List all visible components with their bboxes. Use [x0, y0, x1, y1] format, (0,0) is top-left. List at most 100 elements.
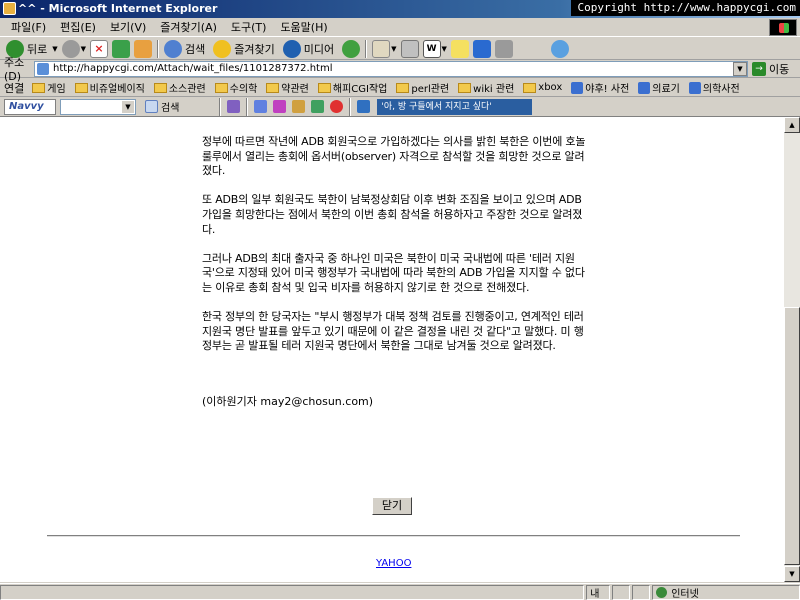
folder-icon [396, 82, 410, 93]
tool-icon[interactable] [227, 100, 241, 113]
star-icon [213, 39, 232, 58]
link-item[interactable]: 해피CGI작업 [317, 80, 387, 95]
search-icon [145, 100, 158, 113]
refresh-button[interactable] [110, 38, 132, 60]
links-bar: 연결 게임 비쥬얼베이직 소스관련 수의학 약관련 해피CGI작업 perl관련… [0, 79, 800, 97]
tool-icon[interactable] [254, 100, 268, 113]
word-icon: W [422, 39, 441, 58]
status-page: 내 [586, 584, 611, 600]
windows-logo-icon [769, 19, 797, 36]
standard-toolbar: 뒤로 ▼ ▼ × 검색 즐겨찾기 미디어 ▼ W ▼ [0, 38, 800, 60]
folder-icon [74, 82, 88, 93]
ie-page-icon [688, 81, 701, 94]
ie-app-icon [3, 2, 16, 15]
article-paragraph: 한국 정부의 한 당국자는 "부시 행정부가 대북 정책 검토를 진행중이고, … [202, 310, 584, 353]
search-button[interactable]: 검색 [162, 38, 211, 60]
menu-file[interactable]: 파일(F) [4, 19, 53, 36]
messenger-button[interactable] [471, 38, 493, 60]
folder-icon [266, 82, 280, 93]
folder-icon [317, 82, 331, 93]
calculator-button[interactable] [493, 38, 515, 60]
scroll-thumb[interactable] [784, 307, 800, 565]
link-item[interactable]: 게임 [32, 80, 66, 95]
yahoo-link[interactable]: YAHOO [376, 558, 411, 569]
link-item[interactable]: 비쥬얼베이직 [74, 80, 145, 95]
mail-icon [372, 39, 391, 58]
page-content: 정부에 따르면 작년에 ADB 회원국으로 가입하겠다는 의사를 밝힌 북한은 … [0, 117, 784, 582]
article-paragraph: 또 ADB의 일부 회원국도 북한이 남북정상회담 이후 변화 조짐을 보이고 … [202, 193, 583, 236]
tool-icon[interactable] [311, 100, 325, 113]
home-icon [134, 39, 153, 58]
link-item[interactable]: 의학사전 [688, 80, 740, 95]
address-dropdown-icon[interactable]: ▼ [733, 61, 747, 76]
copyright-banner: Copyright http://www.happycgi.com [571, 0, 800, 16]
tool-icon[interactable] [330, 100, 344, 113]
go-button[interactable]: → 이동 [752, 61, 789, 77]
address-input[interactable]: http://happycgi.com/Attach/wait_files/11… [34, 60, 748, 77]
ie-page-icon [571, 81, 584, 94]
menu-edit[interactable]: 편집(E) [53, 19, 103, 36]
address-bar: 주소(D) http://happycgi.com/Attach/wait_fi… [0, 56, 800, 83]
status-zone: 인터넷 [652, 584, 800, 600]
page-icon [37, 62, 49, 75]
calculator-icon [494, 39, 513, 58]
folder-icon [32, 82, 46, 93]
menu-help[interactable]: 도움말(H) [273, 19, 334, 36]
folder-icon [523, 82, 537, 93]
menu-tools[interactable]: 도구(T) [224, 19, 274, 36]
menu-bar: 파일(F) 편집(E) 보기(V) 즐겨찾기(A) 도구(T) 도움말(H) [0, 18, 800, 37]
print-button[interactable] [399, 38, 421, 60]
navvy-logo[interactable]: Navvy [4, 98, 56, 115]
navvy-search-button[interactable]: 검색 [142, 99, 179, 114]
article-body: 정부에 따르면 작년에 ADB 회원국으로 가입하겠다는 의사를 밝힌 북한은 … [202, 135, 590, 369]
close-button[interactable]: 닫기 [372, 497, 412, 515]
title-bar: ^^ - Microsoft Internet Explorer Copyrig… [0, 0, 800, 18]
media-button[interactable]: 미디어 [281, 38, 340, 60]
favorites-button[interactable]: 즐겨찾기 [211, 38, 280, 60]
media-icon [282, 39, 301, 58]
link-item[interactable]: perl관련 [396, 80, 449, 95]
menu-view[interactable]: 보기(V) [103, 19, 153, 36]
link-item[interactable]: 소스관련 [153, 80, 206, 95]
history-button[interactable] [340, 38, 362, 60]
link-item[interactable]: wiki 관련 [458, 80, 514, 95]
stop-button[interactable]: × [88, 38, 110, 60]
link-item[interactable]: xbox [523, 82, 562, 93]
search-icon [164, 39, 183, 58]
tool-icon[interactable] [357, 100, 371, 113]
window-title: ^^ - Microsoft Internet Explorer [18, 2, 218, 15]
tool-icon[interactable] [273, 100, 287, 113]
refresh-icon [112, 39, 131, 58]
forward-button[interactable]: ▼ [60, 38, 88, 60]
msn-button[interactable] [549, 38, 571, 60]
globe-icon [656, 586, 668, 598]
scroll-up-icon[interactable]: ▲ [784, 117, 800, 133]
vertical-scrollbar[interactable]: ▲ ▼ [784, 117, 800, 582]
edit-button[interactable]: W ▼ [421, 38, 449, 60]
links-label: 연결 [4, 81, 25, 95]
status-bar: 내 인터넷 [0, 583, 800, 600]
navvy-search-combo[interactable] [60, 98, 136, 115]
mail-button[interactable]: ▼ [370, 38, 398, 60]
note-icon [450, 39, 469, 58]
folder-icon [458, 82, 472, 93]
link-item[interactable]: 야후! 사전 [571, 80, 629, 95]
menu-favorites[interactable]: 즐겨찾기(A) [153, 19, 224, 36]
history-icon [342, 39, 361, 58]
stop-icon: × [90, 39, 109, 58]
msn-icon [550, 39, 569, 58]
scroll-down-icon[interactable]: ▼ [784, 566, 800, 582]
notes-button[interactable] [449, 38, 471, 60]
article-paragraph: 정부에 따르면 작년에 ADB 회원국으로 가입하겠다는 의사를 밝힌 북한은 … [202, 135, 586, 178]
address-url: http://happycgi.com/Attach/wait_files/11… [53, 63, 333, 74]
link-item[interactable]: 의료기 [638, 80, 680, 95]
link-item[interactable]: 수의학 [214, 80, 257, 95]
navvy-phrase: '아, 방 구들에서 지지고 싶다' [377, 98, 533, 115]
tool-icon[interactable] [292, 100, 306, 113]
status-text [0, 584, 585, 600]
navvy-toolbar: Navvy 검색 '아, 방 구들에서 지지고 싶다' [0, 97, 800, 117]
home-button[interactable] [132, 38, 154, 60]
folder-icon [214, 82, 228, 93]
printer-icon [400, 39, 419, 58]
link-item[interactable]: 약관련 [266, 80, 309, 95]
